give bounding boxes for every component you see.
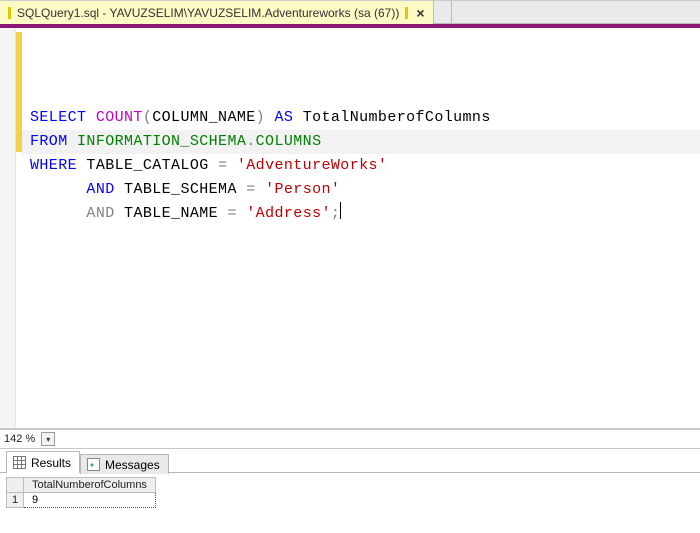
kw-select: SELECT <box>30 109 86 126</box>
col-name: COLUMN_NAME <box>152 109 255 126</box>
tab-modified-marker <box>405 7 408 19</box>
tab-modified-marker <box>8 7 11 19</box>
cell-value[interactable]: 9 <box>24 493 156 508</box>
op-eq: = <box>227 205 236 222</box>
schema-name: INFORMATION_SCHEMA <box>77 133 246 150</box>
lit-person: 'Person' <box>265 181 340 198</box>
results-tabs: Results Messages <box>0 449 700 473</box>
fn-count: COUNT <box>96 109 143 126</box>
sql-editor[interactable]: SELECT COUNT(COLUMN_NAME) AS TotalNumber… <box>22 28 700 428</box>
editor-area: SELECT COUNT(COLUMN_NAME) AS TotalNumber… <box>0 28 700 429</box>
kw-from: FROM <box>30 133 68 150</box>
editor-tab[interactable]: SQLQuery1.sql - YAVUZSELIM\YAVUZSELIM.Ad… <box>0 1 434 24</box>
tab-overflow-area <box>434 1 452 23</box>
grid-icon <box>13 456 26 469</box>
object-name: COLUMNS <box>256 133 322 150</box>
paren-close: ) <box>256 109 265 126</box>
col-schema: TABLE_SCHEMA <box>124 181 237 198</box>
paren-open: ( <box>143 109 152 126</box>
alias: TotalNumberofColumns <box>303 109 491 126</box>
col-table: TABLE_NAME <box>124 205 218 222</box>
kw-where: WHERE <box>30 157 77 174</box>
table-row[interactable]: 1 9 <box>7 493 156 508</box>
tab-results[interactable]: Results <box>6 451 80 473</box>
results-panel: Results Messages TotalNumberofColumns 1 … <box>0 449 700 533</box>
op-eq: = <box>246 181 255 198</box>
lit-adventureworks: 'AdventureWorks' <box>237 157 387 174</box>
op-eq: = <box>218 157 227 174</box>
tab-title: SQLQuery1.sql - YAVUZSELIM\YAVUZSELIM.Ad… <box>17 6 399 20</box>
zoom-bar: 142 % ▾ <box>0 429 700 449</box>
zoom-dropdown[interactable]: ▾ <box>41 432 55 446</box>
close-icon[interactable]: × <box>414 6 426 20</box>
messages-icon <box>87 458 100 471</box>
kw-as: AS <box>274 109 293 126</box>
tab-strip: SQLQuery1.sql - YAVUZSELIM\YAVUZSELIM.Ad… <box>0 1 700 24</box>
chevron-down-icon: ▾ <box>46 435 50 444</box>
lit-address: 'Address' <box>246 205 331 222</box>
code-block: SELECT COUNT(COLUMN_NAME) AS TotalNumber… <box>30 106 700 226</box>
kw-and: AND <box>86 181 114 198</box>
outline-gutter <box>0 28 16 428</box>
zoom-value: 142 % <box>4 433 35 445</box>
results-grid[interactable]: TotalNumberofColumns 1 9 <box>6 477 156 508</box>
tab-messages[interactable]: Messages <box>80 454 169 474</box>
dot: . <box>246 133 255 150</box>
tab-results-label: Results <box>31 456 71 470</box>
kw-and: AND <box>86 205 114 222</box>
semicolon: ; <box>331 205 340 222</box>
text-cursor <box>340 202 341 219</box>
col-catalog: TABLE_CATALOG <box>86 157 208 174</box>
tab-messages-label: Messages <box>105 458 160 472</box>
col-header[interactable]: TotalNumberofColumns <box>24 478 156 493</box>
row-number[interactable]: 1 <box>7 493 24 508</box>
grid-corner <box>7 478 24 493</box>
results-grid-area: TotalNumberofColumns 1 9 <box>0 473 700 533</box>
table-header-row: TotalNumberofColumns <box>7 478 156 493</box>
